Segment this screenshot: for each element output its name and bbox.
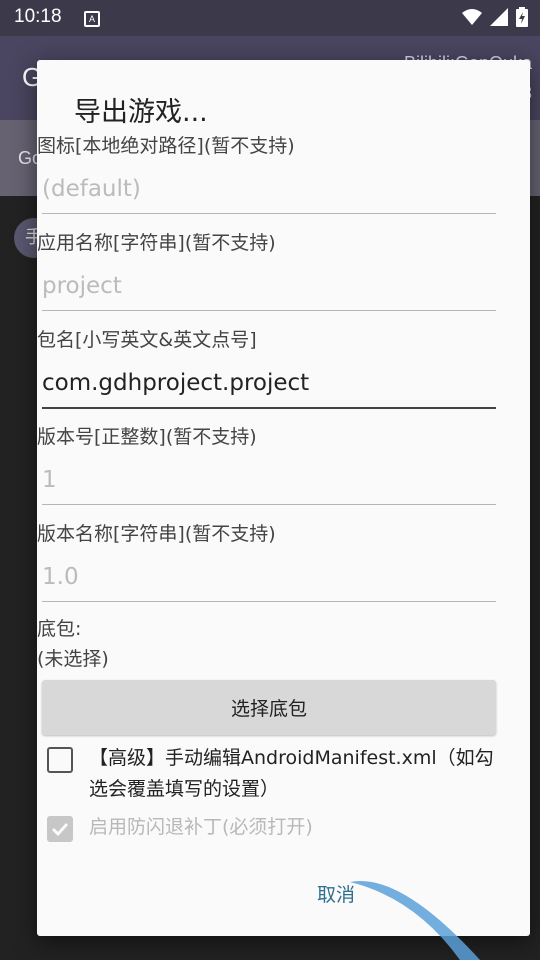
icon-path-input[interactable] bbox=[42, 169, 496, 209]
notification-icon: A bbox=[84, 11, 100, 27]
version-name-label: 版本名称[字符串](暂不支持) bbox=[37, 523, 276, 545]
icon-path-label: 图标[本地绝对路径](暂不支持) bbox=[37, 135, 295, 157]
anti-crash-patch-label: 启用防闪退补丁(必须打开) bbox=[89, 816, 313, 838]
version-code-label: 版本号[正整数](暂不支持) bbox=[37, 426, 257, 448]
version-code-field[interactable] bbox=[42, 460, 496, 505]
app-name-label: 应用名称[字符串](暂不支持) bbox=[37, 232, 276, 254]
wifi-icon bbox=[462, 9, 482, 25]
select-base-package-button[interactable]: 选择底包 bbox=[42, 680, 496, 735]
advanced-manifest-label: 【高级】手动编辑AndroidManifest.xml（如勾选会覆盖填写的设置） bbox=[89, 747, 494, 800]
icon-path-field[interactable] bbox=[42, 169, 496, 214]
status-bar: 10:18 A bbox=[0, 0, 540, 36]
export-game-dialog: 导出游戏... 图标[本地绝对路径](暂不支持) 应用名称[字符串](暂不支持)… bbox=[37, 60, 530, 936]
advanced-manifest-checkbox[interactable] bbox=[47, 747, 73, 773]
battery-icon bbox=[516, 7, 528, 27]
app-name-input[interactable] bbox=[42, 266, 496, 306]
status-time: 10:18 bbox=[14, 6, 62, 27]
base-package-label: 底包: bbox=[37, 618, 82, 640]
anti-crash-patch-checkbox bbox=[47, 816, 73, 842]
advanced-manifest-option[interactable]: 【高级】手动编辑AndroidManifest.xml（如勾选会覆盖填写的设置） bbox=[47, 743, 499, 805]
anti-crash-patch-option: 启用防闪退补丁(必须打开) bbox=[47, 812, 499, 843]
package-name-input[interactable] bbox=[42, 363, 496, 403]
package-name-label: 包名[小写英文&英文点号] bbox=[37, 329, 257, 351]
signal-icon bbox=[490, 8, 508, 26]
check-icon bbox=[51, 822, 69, 837]
app-name-field[interactable] bbox=[42, 266, 496, 311]
system-icons bbox=[462, 7, 528, 27]
decorative-swoosh bbox=[350, 880, 480, 960]
dialog-title: 导出游戏... bbox=[74, 97, 208, 128]
package-name-field[interactable] bbox=[42, 363, 496, 409]
version-name-field[interactable] bbox=[42, 557, 496, 602]
version-name-input[interactable] bbox=[42, 557, 496, 597]
base-package-value: (未选择) bbox=[37, 648, 109, 670]
version-code-input[interactable] bbox=[42, 460, 496, 500]
